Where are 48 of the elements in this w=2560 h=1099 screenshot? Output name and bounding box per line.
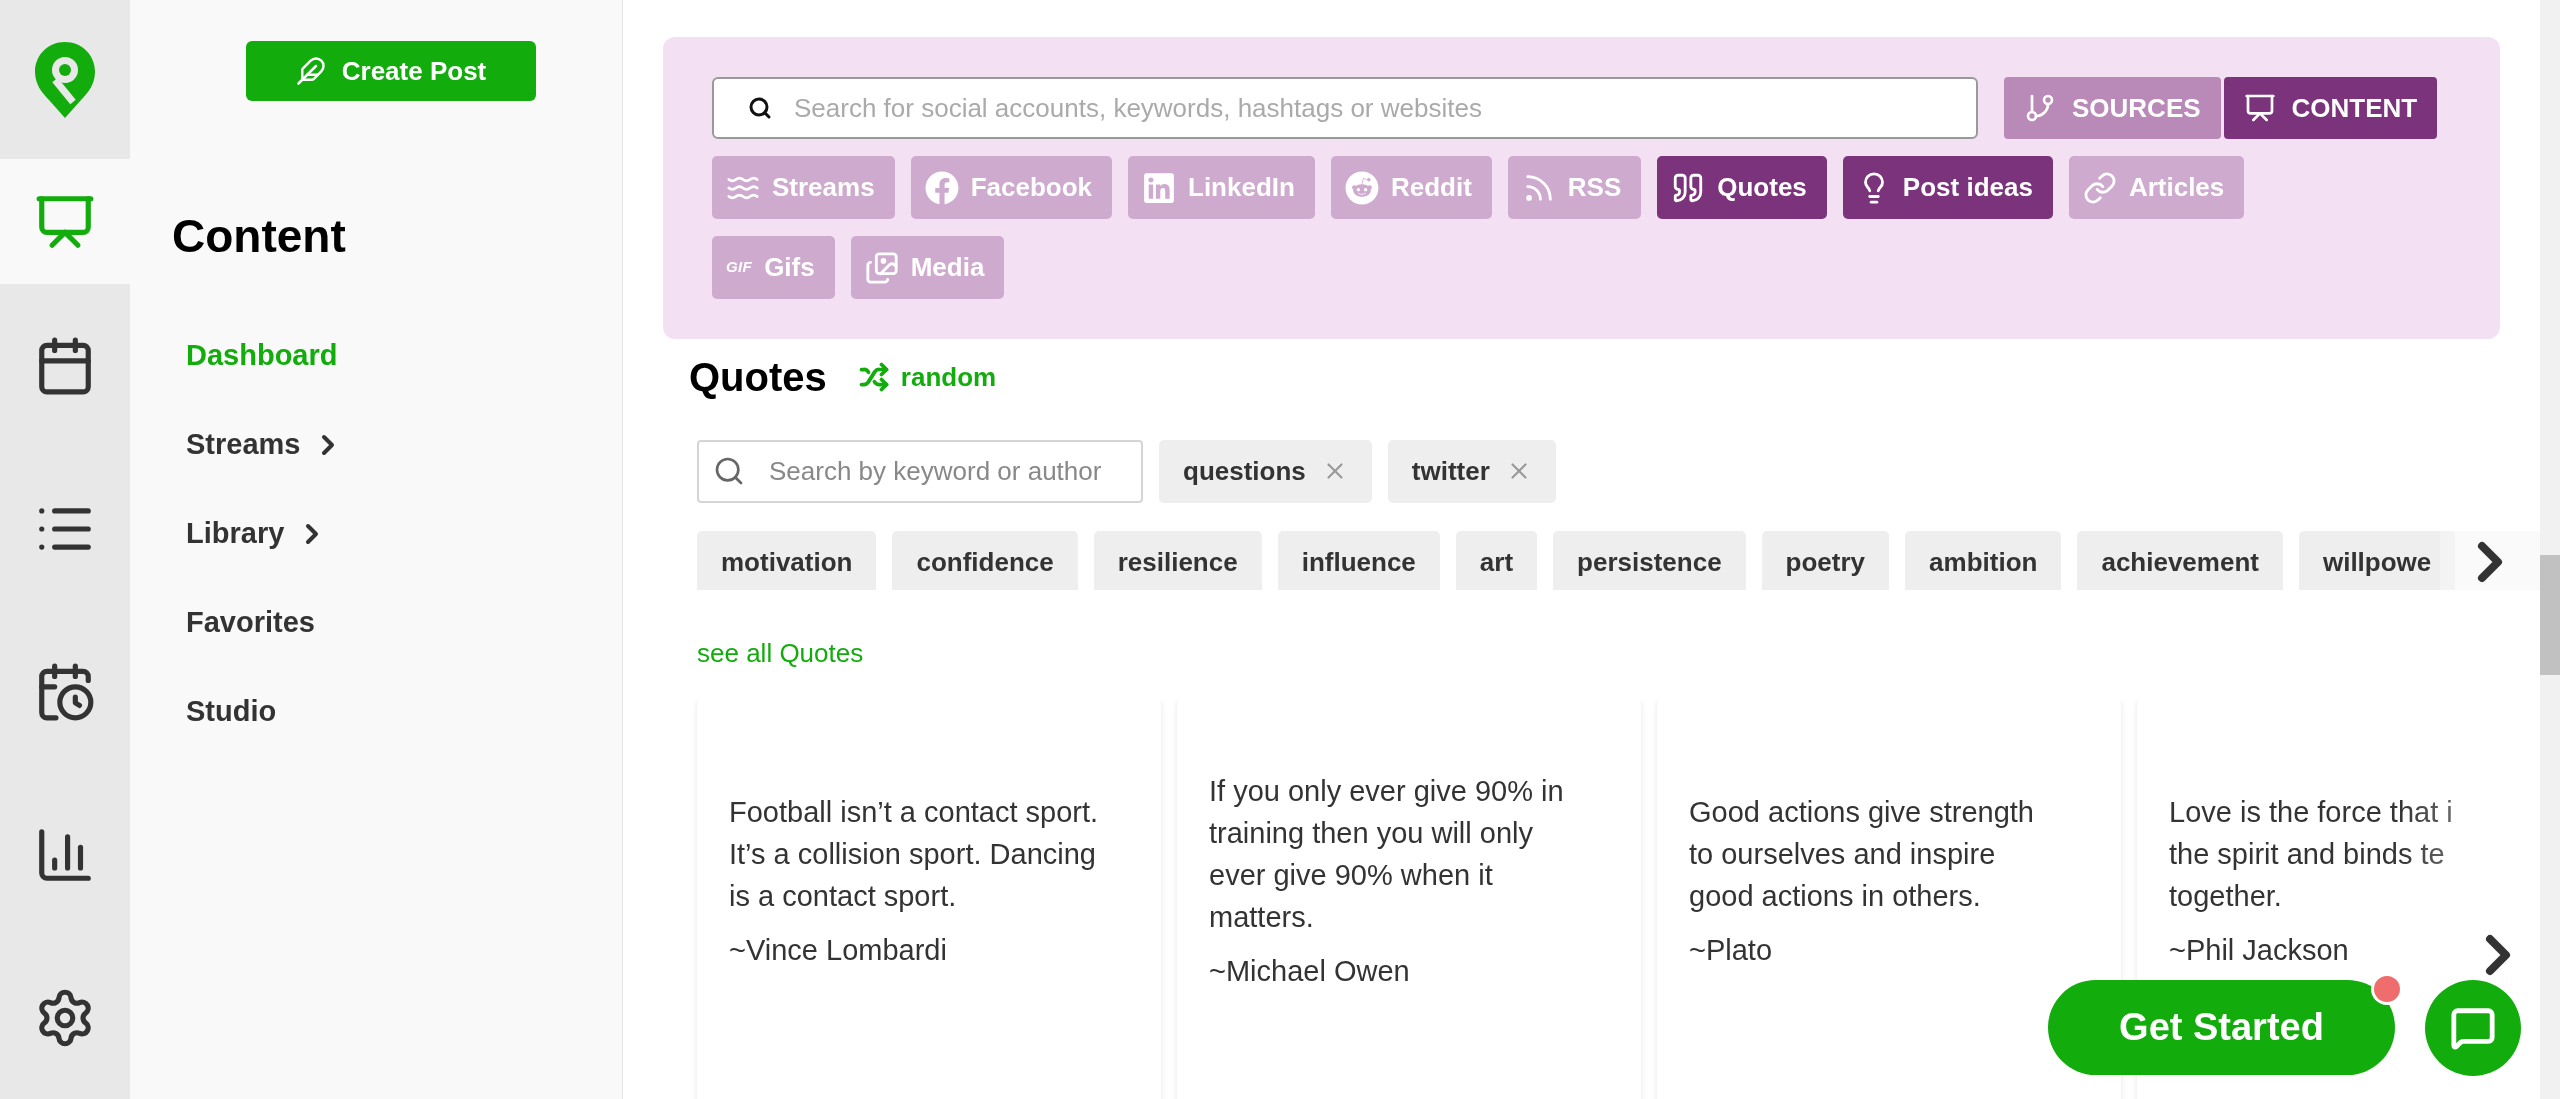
- quote-author: ~Plato: [1689, 932, 1773, 968]
- quote-author: ~Vince Lombardi: [729, 932, 947, 968]
- quote-author: ~Michael Owen: [1209, 953, 1410, 989]
- presentation-icon: [2243, 92, 2276, 124]
- tag-chip[interactable]: art: [1455, 530, 1538, 591]
- branch-icon: [2024, 92, 2056, 124]
- tag-chip[interactable]: confidence: [892, 530, 1078, 591]
- mode-tab[interactable]: CONTENT: [2223, 77, 2438, 139]
- quote-text: Football isn’t a contact sport. It’s a collision sport. Dancing is a contact sport.: [729, 794, 1100, 914]
- sidebar-item[interactable]: Studio: [186, 667, 277, 756]
- quote-card[interactable]: Good actions give strength to ourselves and inspire good actions in others. ~Plato: [1657, 701, 2121, 1099]
- active-tag[interactable]: questions: [1159, 439, 1372, 503]
- facebook-icon: [924, 170, 959, 205]
- tag-chip[interactable]: willpowe: [2298, 530, 2456, 591]
- images-icon: [864, 250, 899, 285]
- linkedin-icon: [1142, 170, 1176, 205]
- quote-card[interactable]: If you only ever give 90% in training then you will only ever give 90% when it matters. ~Michael Owen: [1177, 701, 1641, 1099]
- sidebar-item[interactable]: Favorites: [186, 578, 315, 667]
- quote-text: Love is the force that i the spirit and binds te together.: [2169, 794, 2453, 914]
- tag-chip[interactable]: ambition: [1905, 530, 2062, 591]
- quote-text: Good actions give strength to ourselves and inspire good actions in others.: [1689, 794, 2035, 914]
- tag-chip[interactable]: persistence: [1553, 530, 1746, 591]
- gif-label: GIF: [726, 257, 753, 278]
- chat-icon: [2450, 1005, 2496, 1051]
- shuffle-icon: [858, 362, 889, 393]
- feather-icon: [295, 56, 326, 86]
- quote-search-field[interactable]: Search by keyword or author: [697, 439, 1143, 503]
- section-title: Quotes: [689, 354, 827, 402]
- source-tab[interactable]: Post ideas: [1842, 156, 2053, 219]
- source-tab[interactable]: Quotes: [1657, 156, 1827, 219]
- tag-chip[interactable]: resilience: [1093, 530, 1262, 591]
- tag-chip[interactable]: poetry: [1761, 530, 1890, 591]
- active-tag[interactable]: twitter: [1387, 439, 1556, 503]
- search-field[interactable]: Search for social accounts, keywords, hashtags or websites: [712, 77, 1978, 139]
- tag-chip[interactable]: influence: [1277, 530, 1440, 591]
- search-icon: [748, 96, 772, 120]
- sidebar-item[interactable]: Streams: [186, 400, 345, 489]
- quote-author: ~Phil Jackson: [2169, 932, 2349, 968]
- scroll-right-button[interactable]: [2440, 530, 2540, 591]
- quote-card[interactable]: Football isn’t a contact sport. It’s a collision sport. Dancing is a contact sport. ~Vince Lombardi: [697, 701, 1161, 1099]
- tag-chip[interactable]: motivation: [697, 530, 877, 591]
- quote-text: If you only ever give 90% in training then you will only ever give 90% when it matters.: [1209, 773, 1565, 935]
- sidebar-title: Content: [172, 213, 346, 259]
- tag-chip[interactable]: achievement: [2077, 530, 2283, 591]
- scrollbar-thumb[interactable]: [2540, 555, 2560, 675]
- reddit-icon: [1344, 170, 1379, 205]
- sidebar-item[interactable]: Library: [186, 489, 329, 578]
- link-icon: [2082, 170, 2117, 205]
